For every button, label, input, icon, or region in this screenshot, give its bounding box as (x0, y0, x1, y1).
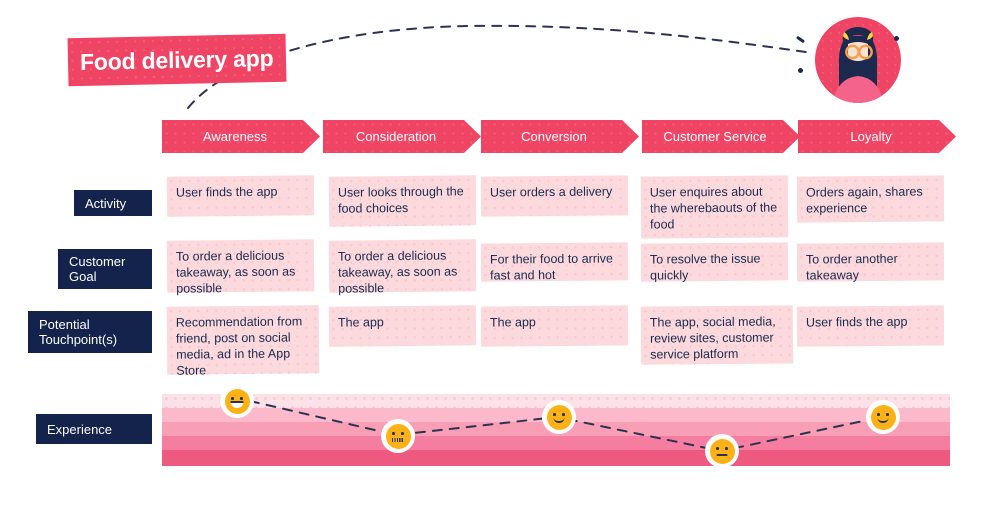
happy-face-icon (224, 388, 250, 414)
mouth-smile (553, 418, 565, 423)
eye-left (392, 431, 395, 435)
cell-touchpoint-loyalty: User finds the app (796, 305, 945, 347)
experience-band-negative (162, 436, 950, 451)
cell-text: Recommendation from friend, post on soci… (175, 314, 303, 378)
stage-arrow-conversion[interactable]: Conversion (481, 120, 639, 153)
cell-touchpoint-awareness: Recommendation from friend, post on soci… (166, 305, 320, 378)
stage-label: Awareness (202, 129, 268, 144)
stage-label: Customer Service (663, 129, 767, 144)
cell-goal-awareness: To order a delicious takeaway, as soon a… (166, 239, 315, 296)
cell-activity-awareness: User finds the app (166, 175, 315, 217)
experience-marker-loyalty[interactable] (866, 400, 900, 434)
smiling-face-icon (546, 404, 572, 430)
cell-touchpoint-customer-service: The app, social media, review sites, cus… (640, 305, 794, 365)
cell-text: To order a delicious takeaway, as soon a… (175, 248, 296, 296)
stage-label: Loyalty (850, 129, 892, 144)
stage-arrow-customer-service[interactable]: Customer Service (642, 120, 800, 153)
journey-map-canvas: Food delivery app Awareness Consideratio… (0, 0, 1000, 508)
experience-band-very-negative (162, 450, 950, 466)
cell-text: User enquires about the wherebaouts of t… (649, 184, 778, 232)
stage-arrow-awareness[interactable]: Awareness (162, 120, 320, 153)
cell-text: To order another takeaway (805, 251, 898, 283)
row-label-text: Customer Goal (69, 254, 126, 284)
cell-goal-loyalty: To order another takeaway (796, 242, 945, 283)
cell-text: User looks through the food choices (337, 184, 464, 216)
experience-marker-consideration[interactable] (381, 419, 415, 453)
experience-marker-conversion[interactable] (542, 400, 576, 434)
mouth-smile (877, 418, 889, 423)
eye-left (716, 446, 719, 450)
experience-marker-awareness[interactable] (220, 384, 254, 418)
eye-right (401, 431, 404, 435)
cell-text: The app (489, 315, 536, 330)
mouth-happy (230, 401, 244, 408)
page-title: Food delivery app (67, 33, 287, 87)
mouth-wavy (392, 437, 404, 442)
cell-text: For their food to arrive fast and hot (489, 251, 614, 283)
cell-goal-conversion: For their food to arrive fast and hot (480, 242, 629, 283)
row-label-text: Potential Touchpoint(s) (39, 317, 118, 347)
page-title-text: Food delivery app (79, 44, 274, 75)
stage-arrow-loyalty[interactable]: Loyalty (798, 120, 956, 153)
cell-activity-consideration: User looks through the food choices (328, 175, 477, 227)
avatar-spark-tick-icon (795, 35, 806, 44)
cell-text: User finds the app (175, 184, 278, 200)
cell-text: Orders again, shares experience (805, 184, 923, 216)
avatar-spark-dot-icon (798, 68, 803, 73)
cell-touchpoint-consideration: The app (328, 305, 477, 347)
cell-activity-customer-service: User enquires about the wherebaouts of t… (640, 175, 789, 239)
cell-text: To resolve the issue quickly (649, 251, 761, 283)
cell-goal-customer-service: To resolve the issue quickly (640, 242, 789, 283)
cell-touchpoint-conversion: The app (480, 305, 629, 347)
stage-arrow-consideration[interactable]: Consideration (323, 120, 481, 153)
neutral-sad-face-icon (709, 438, 735, 464)
row-label-potential-touchpoints: Potential Touchpoint(s) (28, 311, 152, 353)
cell-activity-conversion: User orders a delivery (480, 175, 629, 217)
eye-left (231, 396, 234, 400)
cell-text: User finds the app (805, 314, 908, 330)
experience-marker-customer-service[interactable] (705, 434, 739, 468)
row-label-text: Activity (85, 195, 127, 211)
eye-right (886, 412, 889, 416)
eye-right (562, 412, 565, 416)
smiling-face-icon (870, 404, 896, 430)
cell-text: To order a delicious takeaway, as soon a… (337, 248, 458, 296)
row-label-activity: Activity (74, 190, 152, 216)
eye-right (240, 396, 243, 400)
stage-label: Consideration (355, 129, 437, 144)
cell-text: The app (337, 315, 384, 330)
eye-left (553, 412, 556, 416)
cell-text: The app, social media, review sites, cus… (649, 314, 776, 362)
cell-activity-loyalty: Orders again, shares experience (796, 175, 945, 223)
confused-face-icon (385, 423, 411, 449)
eye-left (877, 412, 880, 416)
avatar-spark-dot-icon (894, 36, 899, 41)
mouth-flat (716, 454, 728, 456)
row-label-text: Experience (47, 421, 113, 437)
row-label-customer-goal: Customer Goal (58, 249, 152, 289)
eye-right (725, 446, 728, 450)
row-label-experience: Experience (36, 414, 152, 444)
avatar-illustration-icon (815, 17, 901, 103)
avatar (795, 14, 904, 106)
cell-goal-consideration: To order a delicious takeaway, as soon a… (328, 239, 477, 296)
stage-label: Conversion (521, 129, 587, 144)
cell-text: User orders a delivery (489, 184, 613, 200)
